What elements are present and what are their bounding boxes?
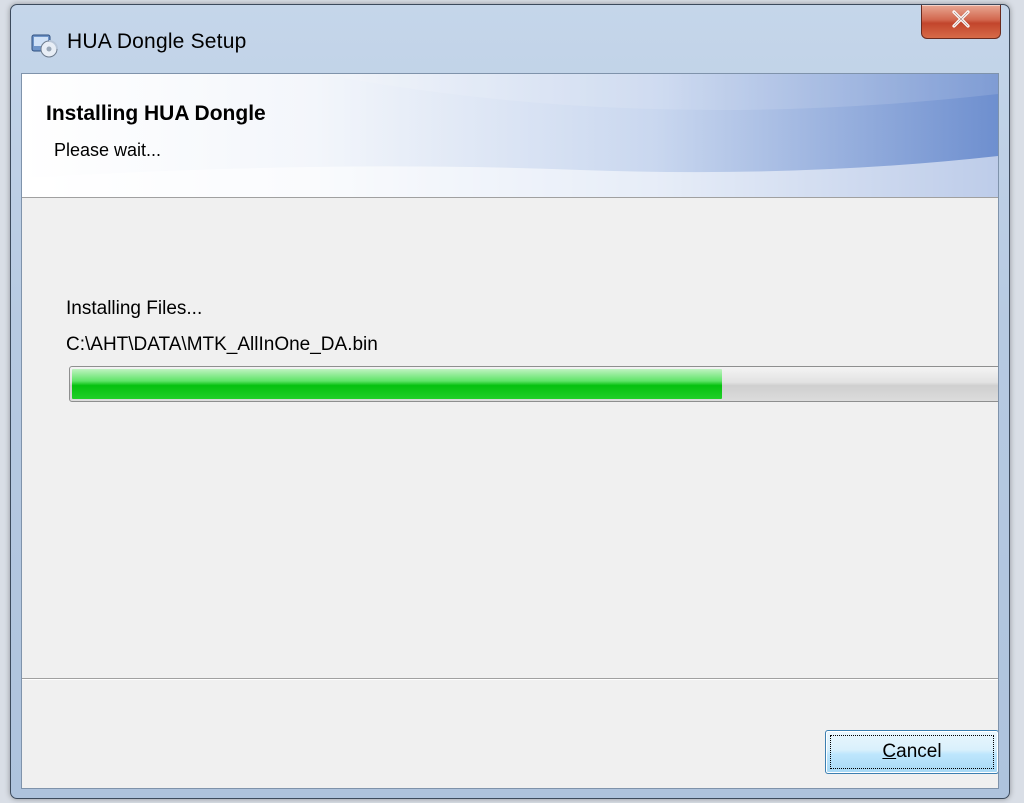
- cancel-button[interactable]: Cancel: [825, 730, 998, 774]
- close-icon: [950, 10, 972, 33]
- footer-divider: [22, 678, 998, 680]
- cancel-label: ancel: [896, 741, 942, 762]
- header-swoosh-decoration: [22, 74, 998, 197]
- cancel-accelerator: C: [882, 741, 897, 762]
- dialog-client-area: Installing HUA Dongle Please wait... Ins…: [21, 73, 999, 789]
- header-divider: [22, 197, 998, 198]
- progress-bar-fill: [72, 369, 722, 399]
- install-progress-bar: [69, 366, 998, 402]
- window-frame: HUA Dongle Setup Installing HUA Dongle P…: [10, 4, 1010, 799]
- title-bar[interactable]: HUA Dongle Setup: [11, 5, 1009, 83]
- header-subtitle: Please wait...: [54, 140, 162, 160]
- close-button[interactable]: [921, 5, 1001, 39]
- setup-window: HUA Dongle Setup Installing HUA Dongle P…: [0, 0, 1024, 803]
- dialog-header: Installing HUA Dongle Please wait...: [22, 74, 998, 197]
- window-title: HUA Dongle Setup: [67, 30, 247, 53]
- install-status-text: Installing Files...: [66, 298, 203, 319]
- installer-icon: [29, 29, 59, 59]
- header-title: Installing HUA Dongle: [46, 102, 266, 125]
- current-file-path: C:\AHT\DATA\MTK_AllInOne_DA.bin: [66, 334, 378, 355]
